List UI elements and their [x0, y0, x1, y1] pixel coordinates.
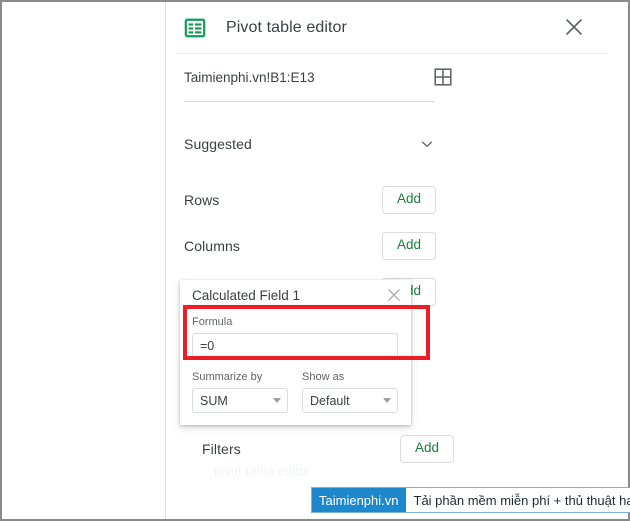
chevron-down-icon[interactable] [418, 135, 436, 153]
watermark-tagline: Tải phần mềm miễn phí + thủ thuật hay [405, 488, 630, 512]
columns-section: Columns Add [184, 224, 436, 268]
data-range-value: Taimienphi.vn!B1:E13 [184, 70, 315, 85]
suggested-label: Suggested [184, 136, 252, 152]
page-title: Pivot table editor [226, 19, 347, 36]
data-range-field[interactable]: Taimienphi.vn!B1:E13 [184, 54, 452, 102]
dropdown-caret-icon [383, 398, 391, 403]
summarize-by-group: Summarize by SUM [192, 371, 288, 413]
calculated-field-header: Calculated Field 1 [180, 280, 411, 310]
summarize-by-select[interactable]: SUM [192, 388, 288, 413]
show-as-select[interactable]: Default [302, 388, 398, 413]
add-filters-button[interactable]: Add [399, 435, 454, 463]
calculated-field-options: Summarize by SUM Show as Default [180, 361, 411, 413]
show-as-group: Show as Default [302, 371, 398, 413]
screenshot-root: Pivot table editor Taimienphi.vn!B1:E13 … [0, 0, 630, 521]
add-rows-button[interactable]: Add [381, 186, 436, 214]
rows-section: Rows Add [184, 178, 436, 222]
filters-label: Filters [202, 441, 241, 457]
spreadsheet-blank-area [2, 2, 165, 519]
show-as-label: Show as [302, 371, 345, 383]
rows-label: Rows [184, 192, 220, 208]
calculated-field-card: Calculated Field 1 Formula Summarize by … [180, 280, 411, 425]
suggested-section[interactable]: Suggested [184, 122, 436, 166]
sheets-table-icon [184, 17, 206, 39]
close-icon[interactable] [562, 15, 586, 39]
pivot-table-editor-panel: Pivot table editor Taimienphi.vn!B1:E13 … [165, 2, 628, 519]
formula-block: Formula [180, 310, 411, 361]
add-columns-button[interactable]: Add [381, 232, 436, 260]
show-as-value: Default [310, 393, 350, 408]
formula-input[interactable] [192, 333, 398, 359]
select-data-range-icon[interactable] [432, 66, 454, 88]
summarize-by-label: Summarize by [192, 371, 263, 383]
summarize-by-value: SUM [200, 393, 228, 408]
dropdown-caret-icon [273, 398, 281, 403]
close-icon[interactable] [385, 286, 403, 304]
watermark-banner: Taimienphi.vn Tải phần mềm miễn phí + th… [311, 487, 630, 513]
calculated-field-title: Calculated Field 1 [192, 287, 301, 303]
formula-label: Formula [192, 316, 233, 328]
columns-label: Columns [184, 238, 240, 254]
cutoff-hint-text: pivot table editor [214, 464, 312, 478]
panel-header: Pivot table editor [166, 2, 628, 54]
watermark-brand: Taimienphi.vn [312, 488, 406, 512]
